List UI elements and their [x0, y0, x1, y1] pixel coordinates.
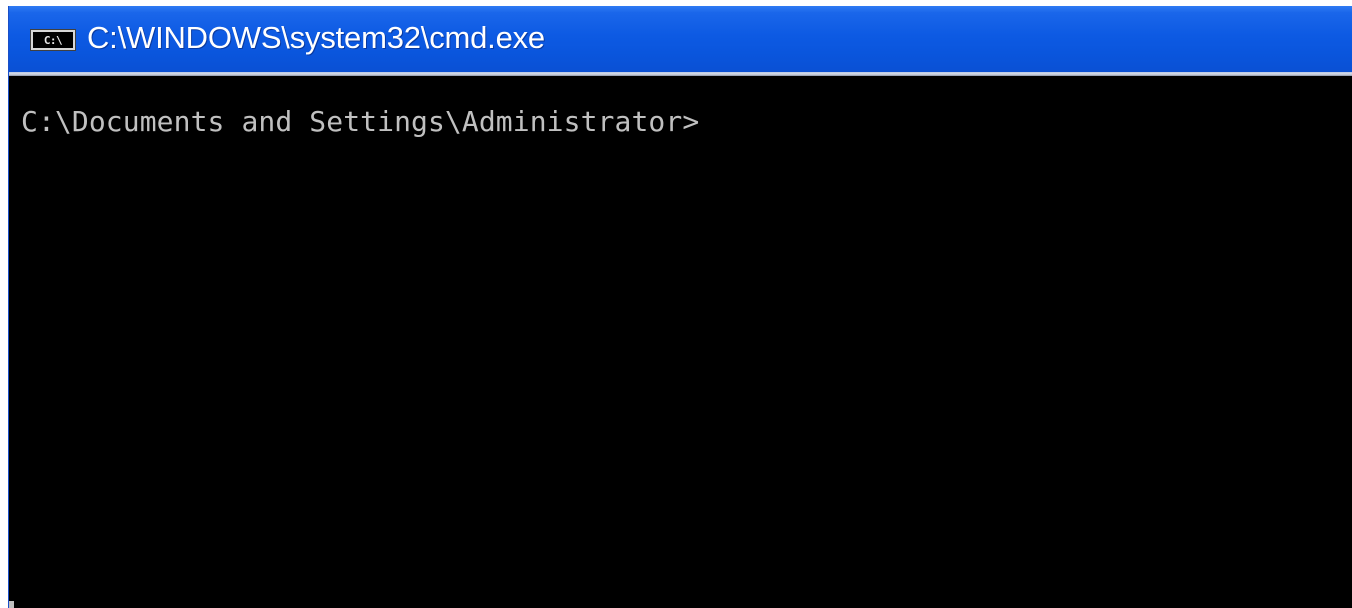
cmd-console-icon[interactable]: C:\	[31, 30, 75, 50]
console-area[interactable]: C:\Documents and Settings\Administrator>	[9, 76, 1352, 608]
cmd-window: C:\ C:\WINDOWS\system32\cmd.exe C:\Docum…	[8, 6, 1352, 608]
resize-corner-mark	[9, 601, 14, 608]
command-prompt: C:\Documents and Settings\Administrator>	[21, 105, 700, 138]
title-bar[interactable]: C:\ C:\WINDOWS\system32\cmd.exe	[9, 6, 1352, 72]
app-icon-label: C:\	[43, 33, 63, 47]
window-title: C:\WINDOWS\system32\cmd.exe	[87, 20, 545, 55]
